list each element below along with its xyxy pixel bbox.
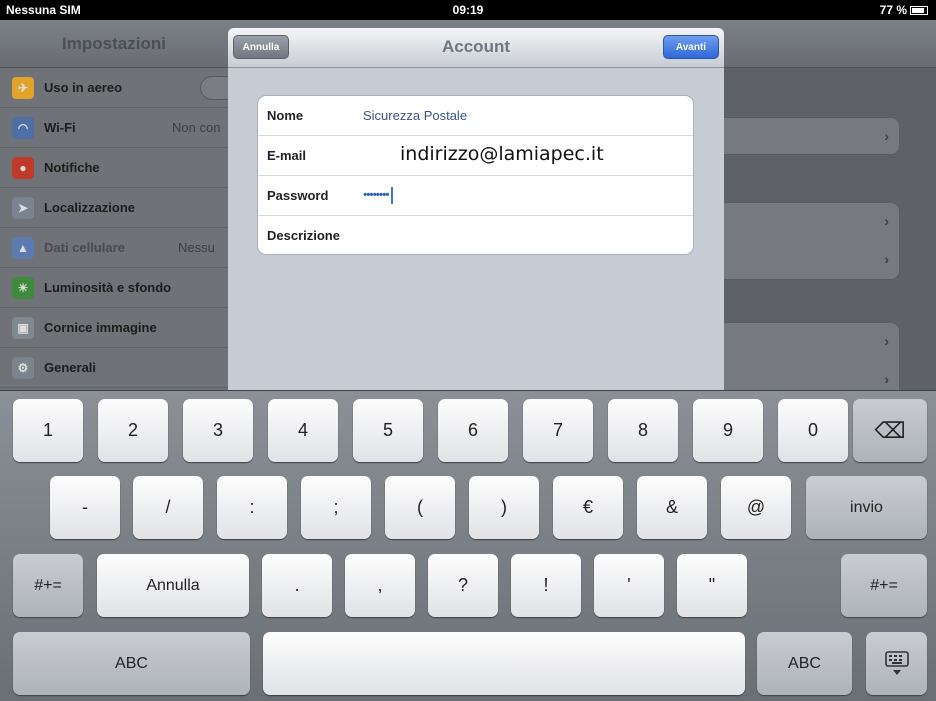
key-2[interactable]: 2 (98, 399, 168, 462)
key-3[interactable]: 3 (183, 399, 253, 462)
sidebar-item-brightness[interactable]: ☀ Luminosità e sfondo (0, 268, 228, 308)
airplane-icon: ✈ (12, 76, 34, 99)
location-icon: ➤ (12, 196, 34, 219)
abc-key-right[interactable]: ABC (757, 632, 852, 695)
brightness-icon: ☀ (12, 276, 34, 299)
key-ampersand[interactable]: & (637, 476, 707, 539)
picture-frame-icon: ▣ (12, 316, 34, 339)
sidebar-item-notifications[interactable]: ● Notifiche (0, 148, 228, 188)
key-hyphen[interactable]: - (50, 476, 120, 539)
key-colon[interactable]: : (217, 476, 287, 539)
gear-icon: ⚙ (12, 356, 34, 379)
key-at[interactable]: @ (721, 476, 791, 539)
settings-title: Impostazioni (62, 34, 166, 53)
key-quote[interactable]: " (677, 554, 747, 617)
cellular-icon: ▲ (12, 236, 34, 259)
key-8[interactable]: 8 (608, 399, 678, 462)
name-label: Nome (267, 108, 304, 123)
backspace-key[interactable]: ⌫ (853, 399, 927, 462)
sidebar-item-label: Generali (44, 360, 97, 375)
key-open-paren[interactable]: ( (385, 476, 455, 539)
return-key[interactable]: invio (806, 476, 927, 539)
text-cursor (390, 187, 393, 204)
password-row[interactable]: Password •••••••• (258, 176, 693, 216)
sheet-title: Account (442, 37, 510, 56)
email-row[interactable]: E-mail indirizzo@lamiapec.it (258, 136, 693, 176)
sidebar-item-label: Localizzazione (44, 200, 136, 215)
email-field[interactable]: indirizzo@lamiapec.it (355, 141, 681, 171)
account-sheet: Annulla Account Avanti Nome Sicurezza Po… (228, 28, 724, 390)
key-4[interactable]: 4 (268, 399, 338, 462)
sidebar-item-label: Luminosità e sfondo (44, 280, 172, 295)
battery-percent: 77 % (879, 3, 907, 17)
symbols-key-left[interactable]: #+= (13, 554, 83, 617)
sidebar-item-label: Notifiche (44, 160, 100, 175)
key-euro[interactable]: € (553, 476, 623, 539)
chevron-right-icon: › (884, 333, 889, 349)
sidebar-item-label: Wi-Fi (44, 120, 76, 135)
description-row[interactable]: Descrizione (258, 216, 693, 254)
sidebar-item-wifi[interactable]: ◠ Wi-Fi Non con (0, 108, 228, 148)
key-exclamation[interactable]: ! (511, 554, 581, 617)
detail-group: › › (700, 202, 900, 280)
sidebar-item-value: Nessu (178, 240, 215, 255)
space-bar[interactable] (263, 632, 745, 695)
sidebar-item-location[interactable]: ➤ Localizzazione (0, 188, 228, 228)
password-value: •••••••• (363, 187, 390, 202)
backspace-icon: ⌫ (874, 417, 906, 443)
key-5[interactable]: 5 (353, 399, 423, 462)
chevron-right-icon: › (884, 251, 889, 267)
key-period[interactable]: . (262, 554, 332, 617)
next-button[interactable]: Avanti (663, 35, 719, 59)
hide-keyboard-key[interactable] (866, 632, 927, 695)
key-7[interactable]: 7 (523, 399, 593, 462)
key-apostrophe[interactable]: ' (594, 554, 664, 617)
sidebar-item-value: Non con (172, 120, 221, 135)
key-6[interactable]: 6 (438, 399, 508, 462)
sidebar-item-picture-frame[interactable]: ▣ Cornice immagine (0, 308, 228, 348)
keyboard: 1 2 3 4 5 6 7 8 9 0 ⌫ - / : ; ( ) € & @ … (0, 390, 936, 701)
battery-indicator: 77 % (880, 3, 928, 17)
email-label: E-mail (267, 148, 307, 163)
sidebar-item-label: Cornice immagine (44, 320, 157, 335)
detail-group: › › (700, 322, 900, 390)
key-question[interactable]: ? (428, 554, 498, 617)
description-field[interactable] (355, 221, 681, 251)
keyboard-hide-icon (884, 650, 909, 675)
account-form: Nome Sicurezza Postale E-mail indirizzo@… (257, 95, 694, 255)
sidebar-item-label: Uso in aereo (44, 80, 123, 95)
key-0[interactable]: 0 (778, 399, 848, 462)
description-label: Descrizione (267, 228, 340, 243)
chevron-right-icon: › (884, 213, 889, 229)
abc-key-left[interactable]: ABC (13, 632, 250, 695)
sheet-navbar: Annulla Account Avanti (228, 28, 724, 68)
notifications-icon: ● (12, 156, 34, 179)
key-slash[interactable]: / (133, 476, 203, 539)
key-close-paren[interactable]: ) (469, 476, 539, 539)
sidebar-item-cellular[interactable]: ▲ Dati cellulare Nessu (0, 228, 228, 268)
undo-key[interactable]: Annulla (97, 554, 249, 617)
key-1[interactable]: 1 (13, 399, 83, 462)
battery-icon (910, 5, 928, 15)
name-field[interactable]: Sicurezza Postale (363, 108, 467, 123)
name-row[interactable]: Nome Sicurezza Postale (258, 96, 693, 136)
symbols-key-right[interactable]: #+= (841, 554, 927, 617)
sidebar-item-label: Dati cellulare (44, 240, 125, 255)
detail-group: › (700, 117, 900, 155)
email-value: indirizzo@lamiapec.it (400, 143, 604, 165)
key-comma[interactable]: , (345, 554, 415, 617)
chevron-right-icon: › (884, 128, 889, 144)
password-label: Password (267, 188, 329, 203)
status-bar: Nessuna SIM 09:19 77 % (0, 0, 936, 20)
sidebar-item-airplane-mode[interactable]: ✈ Uso in aereo (0, 68, 240, 108)
settings-sidebar: Impostazioni ✈ Uso in aereo ◠ Wi-Fi Non … (0, 20, 240, 390)
chevron-right-icon: › (884, 371, 889, 387)
settings-sidebar-header: Impostazioni (0, 20, 228, 68)
key-semicolon[interactable]: ; (301, 476, 371, 539)
password-field[interactable]: •••••••• (363, 187, 393, 204)
sidebar-item-general[interactable]: ⚙ Generali (0, 348, 228, 388)
clock: 09:19 (452, 3, 484, 17)
key-9[interactable]: 9 (693, 399, 763, 462)
wifi-icon: ◠ (12, 116, 34, 139)
